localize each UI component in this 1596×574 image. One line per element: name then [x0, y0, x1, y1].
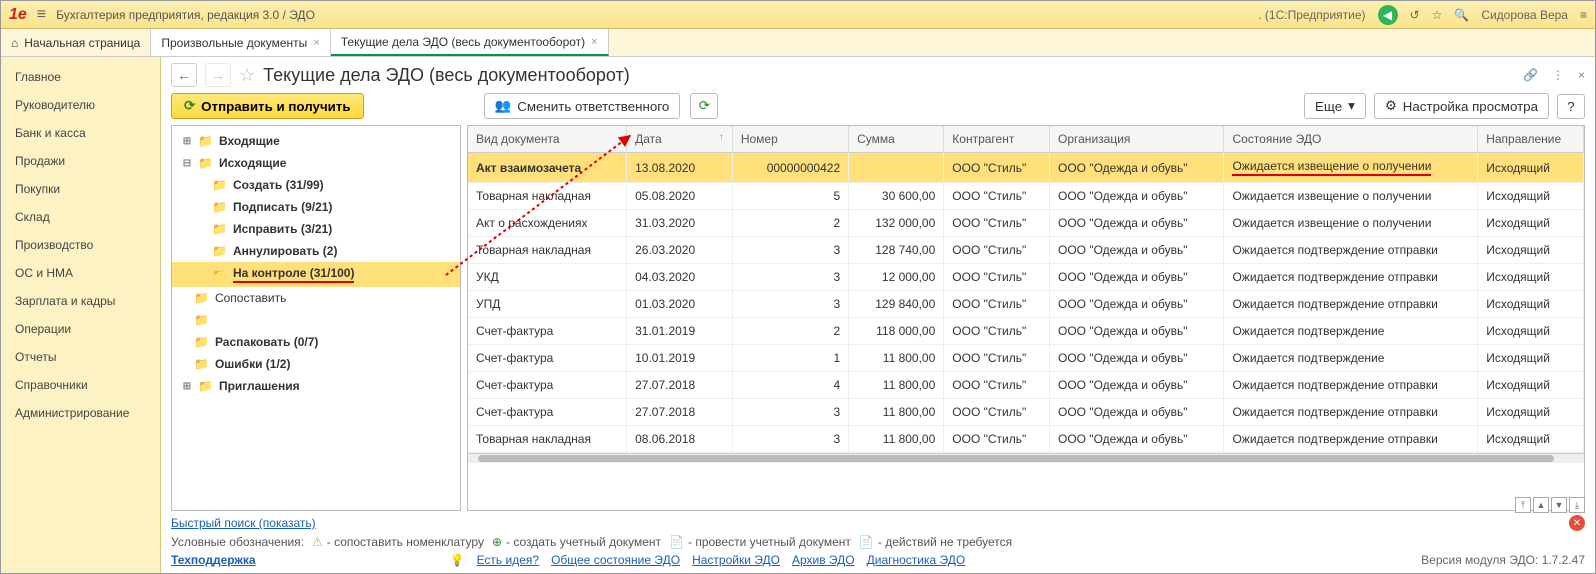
- forward-button[interactable]: →: [205, 63, 231, 87]
- page-header: ← → ☆ Текущие дела ЭДО (весь документооб…: [171, 63, 1585, 87]
- close-icon[interactable]: ×: [313, 37, 319, 49]
- sidebar-item[interactable]: Главное: [1, 63, 160, 91]
- up-icon[interactable]: ▲: [1533, 497, 1549, 513]
- link-archive[interactable]: Архив ЭДО: [792, 553, 855, 567]
- documents-table: Вид документа Дата↑ Номер Сумма Контраге…: [467, 125, 1585, 511]
- more-button[interactable]: Еще▾: [1304, 93, 1366, 119]
- search-icon[interactable]: 🔍: [1454, 8, 1469, 22]
- sidebar-item[interactable]: Продажи: [1, 147, 160, 175]
- down-icon[interactable]: ▼: [1551, 497, 1567, 513]
- table-row[interactable]: Счет-фактура27.07.2018411 800,00ООО "Сти…: [468, 372, 1584, 399]
- sidebar-item[interactable]: Зарплата и кадры: [1, 287, 160, 315]
- tree-inbox[interactable]: ⊞📁Входящие: [172, 130, 460, 152]
- sidebar-item[interactable]: ОС и НМА: [1, 259, 160, 287]
- logo-1c: 1e: [9, 6, 27, 24]
- folder-tree: ⊞📁Входящие ⊟📁Исходящие 📁Создать (31/99) …: [171, 125, 461, 511]
- col-org[interactable]: Организация: [1050, 126, 1224, 153]
- support-link[interactable]: Техподдержка: [171, 553, 256, 567]
- table-row[interactable]: УКД04.03.2020312 000,00ООО "Стиль"ООО "О…: [468, 264, 1584, 291]
- tree-fix[interactable]: 📁Исправить (3/21): [172, 218, 460, 240]
- table-row[interactable]: Акт взаимозачета13.08.202000000000422ООО…: [468, 153, 1584, 183]
- last-icon[interactable]: ⤓: [1569, 497, 1585, 513]
- tree-send[interactable]: 📁: [172, 309, 460, 331]
- sidebar-item[interactable]: Покупки: [1, 175, 160, 203]
- close-icon[interactable]: ×: [591, 36, 597, 48]
- sidebar-item[interactable]: Операции: [1, 315, 160, 343]
- tree-sign[interactable]: 📁Подписать (9/21): [172, 196, 460, 218]
- table-row[interactable]: УПД01.03.20203129 840,00ООО "Стиль"ООО "…: [468, 291, 1584, 318]
- topbar: 1e ≡ Бухгалтерия предприятия, редакция 3…: [1, 1, 1595, 29]
- sidebar-item[interactable]: Производство: [1, 231, 160, 259]
- tree-errors[interactable]: 📁Ошибки (1/2): [172, 353, 460, 375]
- col-sum[interactable]: Сумма: [849, 126, 944, 153]
- sidebar-item[interactable]: Отчеты: [1, 343, 160, 371]
- back-button[interactable]: ←: [171, 63, 197, 87]
- legend: Условные обозначения: ⚠- сопоставить ном…: [171, 533, 1585, 551]
- tree-outbox[interactable]: ⊟📁Исходящие: [172, 152, 460, 174]
- sidebar-item[interactable]: Банк и касса: [1, 119, 160, 147]
- view-settings-button[interactable]: ⚙Настройка просмотра: [1374, 93, 1549, 119]
- table-nav-arrows: ⤒▲▼⤓: [1515, 497, 1585, 513]
- tree-match[interactable]: 📁Сопоставить: [172, 287, 460, 309]
- tree-control[interactable]: 📁На контроле (31/100): [172, 262, 460, 287]
- sidebar-item[interactable]: Администрирование: [1, 399, 160, 427]
- help-button[interactable]: ?: [1557, 94, 1585, 119]
- star-icon[interactable]: ☆: [1432, 8, 1443, 22]
- menu-icon[interactable]: ≡: [37, 6, 46, 24]
- page-title: Текущие дела ЭДО (весь документооборот): [263, 65, 630, 86]
- col-num[interactable]: Номер: [732, 126, 848, 153]
- error-icon[interactable]: ✕: [1569, 515, 1585, 531]
- table-row[interactable]: Товарная накладная08.06.2018311 800,00ОО…: [468, 426, 1584, 453]
- tabsbar: ⌂Начальная страница Произвольные докумен…: [1, 29, 1595, 57]
- col-contr[interactable]: Контрагент: [944, 126, 1050, 153]
- close-icon[interactable]: ×: [1578, 68, 1585, 82]
- notification-icon[interactable]: ◀: [1378, 5, 1398, 25]
- first-icon[interactable]: ⤒: [1515, 497, 1531, 513]
- table-row[interactable]: Счет-фактура10.01.2019111 800,00ООО "Сти…: [468, 345, 1584, 372]
- col-state[interactable]: Состояние ЭДО: [1224, 126, 1478, 153]
- col-dir[interactable]: Направление: [1478, 126, 1584, 153]
- sidebar-item[interactable]: Склад: [1, 203, 160, 231]
- tab-docs[interactable]: Произвольные документы×: [151, 29, 330, 56]
- version-label: Версия модуля ЭДО: 1.7.2.47: [1421, 553, 1585, 567]
- change-responsible-button[interactable]: 👥Сменить ответственного: [484, 93, 681, 119]
- send-receive-button[interactable]: ⟳Отправить и получить: [171, 93, 364, 119]
- idea-link[interactable]: Есть идея?: [477, 553, 540, 567]
- table-row[interactable]: Счет-фактура31.01.20192118 000,00ООО "Ст…: [468, 318, 1584, 345]
- col-doc[interactable]: Вид документа: [468, 126, 627, 153]
- h-scrollbar[interactable]: [468, 453, 1584, 463]
- refresh-button[interactable]: ⟳: [690, 93, 718, 119]
- app-title: Бухгалтерия предприятия, редакция 3.0 / …: [56, 8, 315, 22]
- quick-search-link[interactable]: Быстрый поиск (показать): [171, 516, 316, 530]
- sidebar-item[interactable]: Руководителю: [1, 91, 160, 119]
- filter-icon[interactable]: ≡: [1580, 8, 1587, 22]
- sidebar: ГлавноеРуководителюБанк и кассаПродажиПо…: [1, 57, 161, 573]
- tab-home[interactable]: ⌂Начальная страница: [1, 29, 151, 56]
- tree-invites[interactable]: ⊞📁Приглашения: [172, 375, 460, 397]
- col-date[interactable]: Дата↑: [627, 126, 733, 153]
- link-state[interactable]: Общее состояние ЭДО: [551, 553, 680, 567]
- history-icon[interactable]: ↺: [1410, 8, 1420, 22]
- tree-create[interactable]: 📁Создать (31/99): [172, 174, 460, 196]
- context-label: . (1С:Предприятие): [1258, 8, 1365, 22]
- bulb-icon: 💡: [450, 553, 465, 567]
- table-row[interactable]: Акт о расхождениях31.03.20202132 000,00О…: [468, 210, 1584, 237]
- toolbar: ⟳Отправить и получить 👥Сменить ответстве…: [171, 93, 1585, 119]
- favorite-icon[interactable]: ☆: [239, 65, 255, 86]
- table-header-row: Вид документа Дата↑ Номер Сумма Контраге…: [468, 126, 1584, 153]
- tab-edo[interactable]: Текущие дела ЭДО (весь документооборот)×: [331, 29, 609, 56]
- table-row[interactable]: Товарная накладная26.03.20203128 740,00О…: [468, 237, 1584, 264]
- user-name[interactable]: Сидорова Вера: [1481, 8, 1568, 22]
- tree-cancel[interactable]: 📁Аннулировать (2): [172, 240, 460, 262]
- sidebar-item[interactable]: Справочники: [1, 371, 160, 399]
- more-icon[interactable]: ⋮: [1552, 68, 1564, 82]
- table-row[interactable]: Товарная накладная05.08.2020530 600,00ОО…: [468, 183, 1584, 210]
- link-settings[interactable]: Настройки ЭДО: [692, 553, 780, 567]
- table-row[interactable]: Счет-фактура27.07.2018311 800,00ООО "Сти…: [468, 399, 1584, 426]
- link-icon[interactable]: 🔗: [1523, 68, 1538, 82]
- link-diag[interactable]: Диагностика ЭДО: [867, 553, 966, 567]
- tree-unpack[interactable]: 📁Распаковать (0/7): [172, 331, 460, 353]
